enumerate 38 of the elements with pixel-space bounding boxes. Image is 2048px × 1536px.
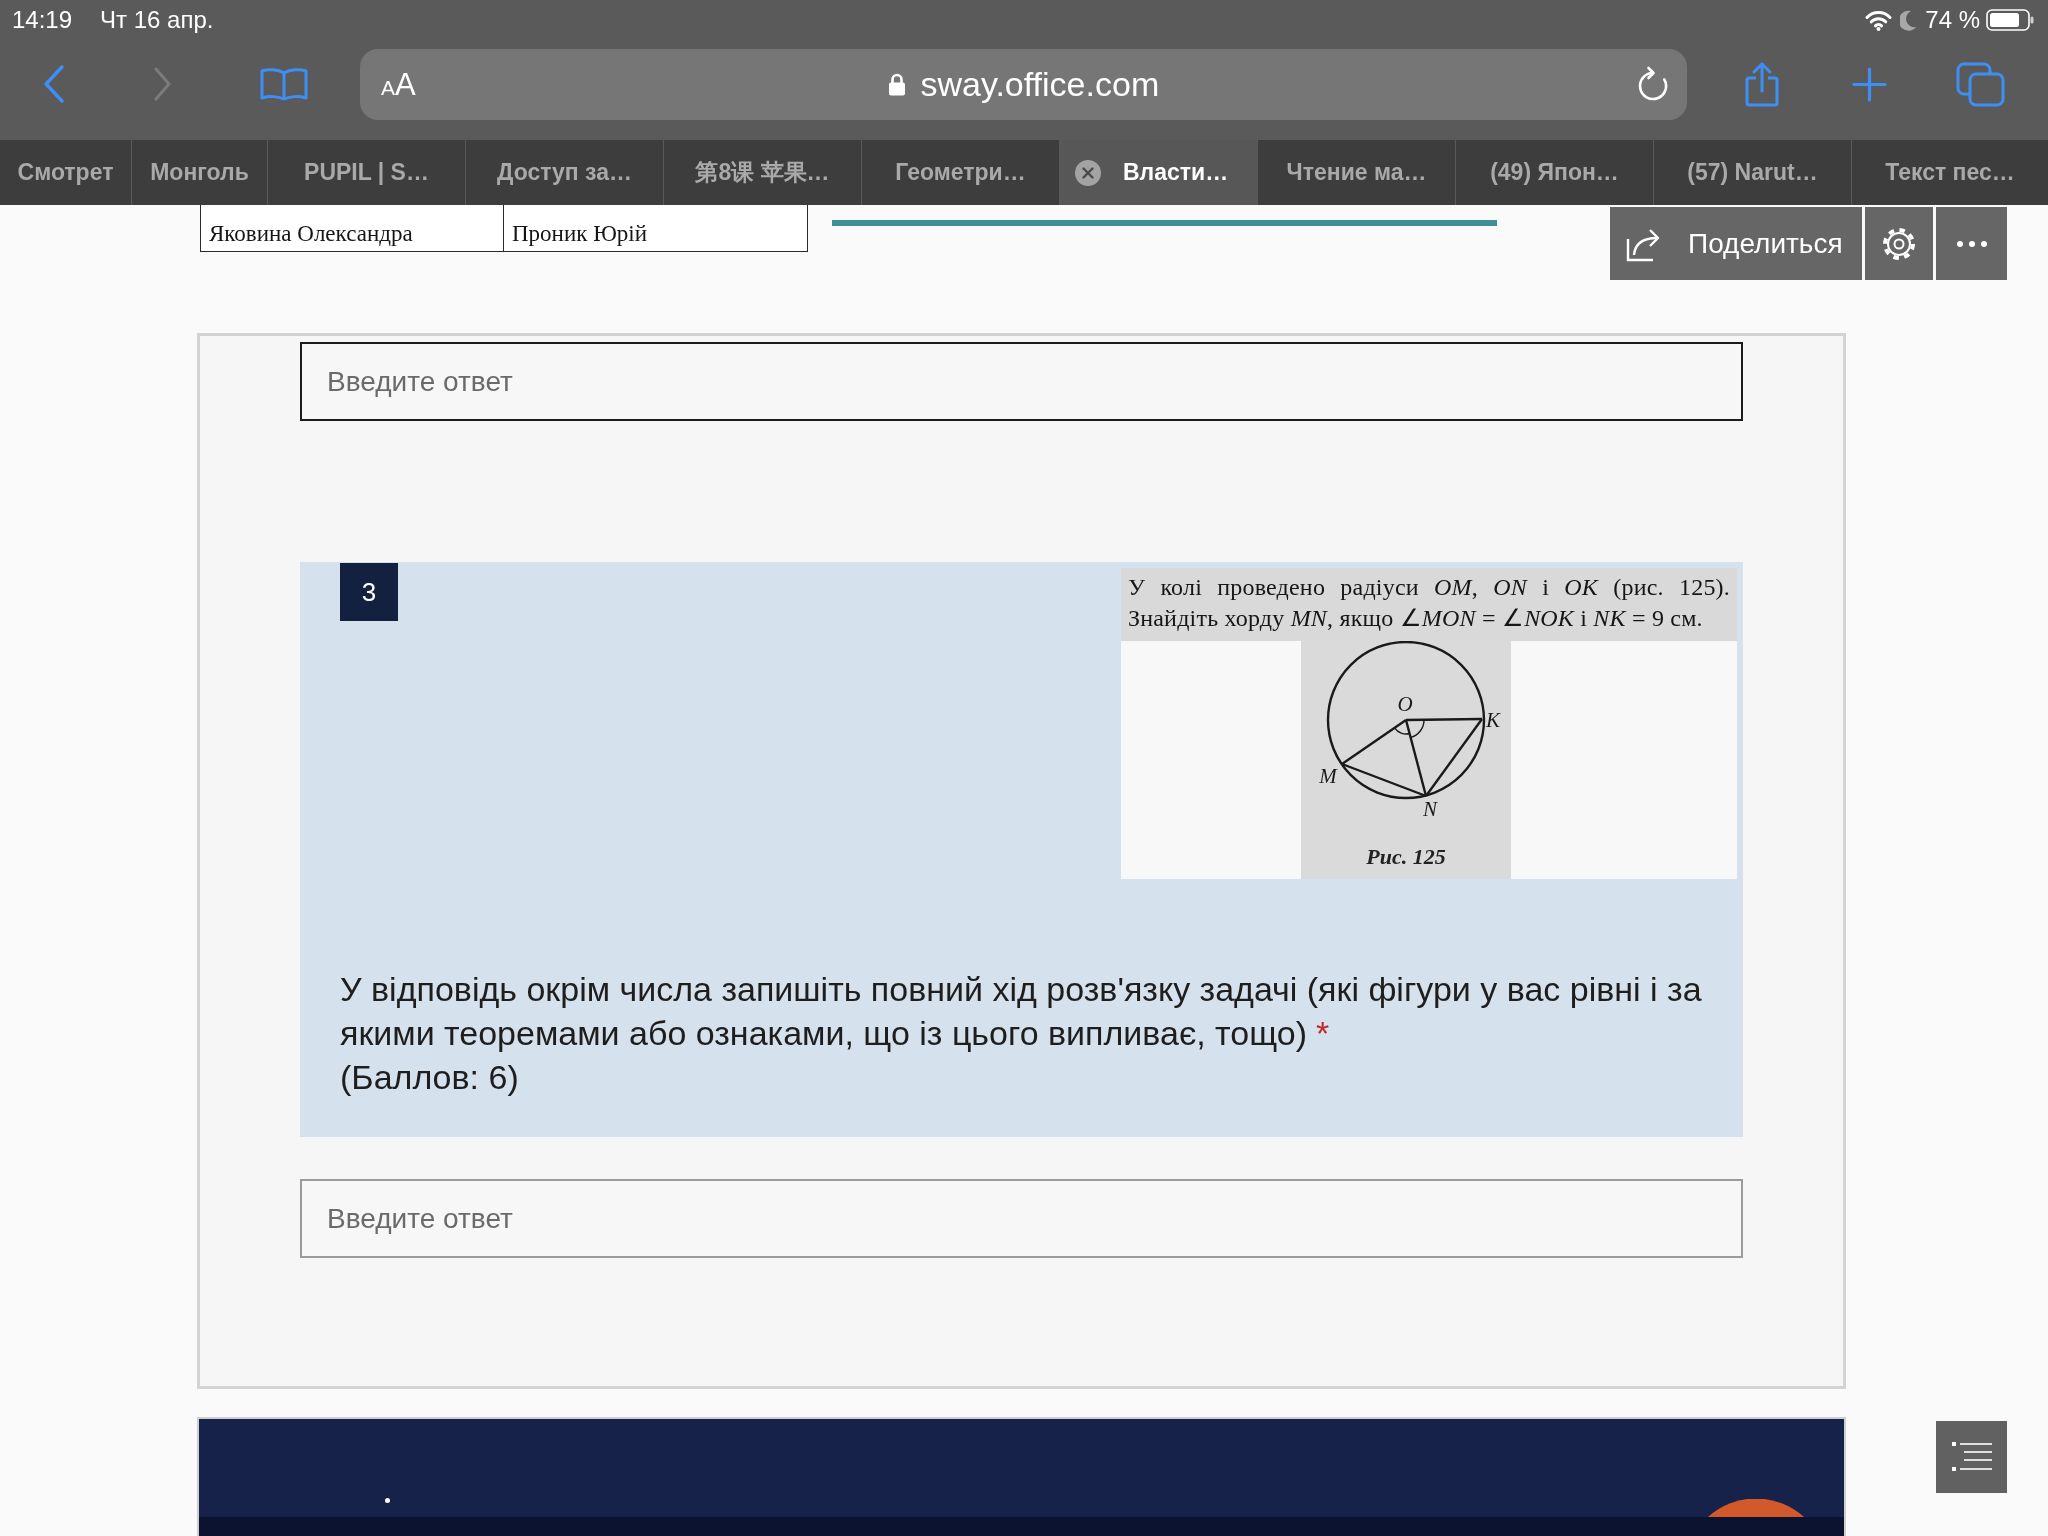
back-icon[interactable] xyxy=(43,64,65,104)
reload-icon[interactable] xyxy=(1636,66,1669,102)
answer-field[interactable]: Введите ответ xyxy=(300,1179,1743,1258)
point-label: M xyxy=(1319,764,1337,788)
point-label: K xyxy=(1486,708,1500,732)
address-bar[interactable]: AA sway.office.com xyxy=(360,48,1687,120)
battery-percent: 74 % xyxy=(1925,8,1980,32)
browser-tab[interactable]: Власти… xyxy=(1059,140,1257,205)
battery-icon xyxy=(1986,9,2034,31)
share-icon[interactable] xyxy=(1743,61,1781,107)
new-tab-icon[interactable] xyxy=(1852,66,1887,102)
lock-icon xyxy=(888,72,907,96)
figure-caption: Рис. 125 xyxy=(1366,843,1446,871)
status-date: Чт 16 апр. xyxy=(100,8,214,32)
settings-button[interactable] xyxy=(1865,207,1933,280)
point-label: N xyxy=(1423,797,1437,821)
book-icon[interactable] xyxy=(260,67,308,101)
table-cell-text: Проник Юрій xyxy=(511,221,648,248)
moon-icon xyxy=(1900,9,1918,31)
point-label: O xyxy=(1397,692,1413,716)
close-tab-icon[interactable] xyxy=(1075,159,1101,186)
answer-field[interactable]: Введите ответ xyxy=(300,342,1743,421)
tabs-overview-icon[interactable] xyxy=(1956,61,2005,107)
text-size-button[interactable]: AA xyxy=(381,68,416,100)
navigation-button[interactable] xyxy=(1936,1421,2007,1493)
points-label: (Баллов: 6) xyxy=(340,1058,519,1096)
settings-icon xyxy=(1882,226,1916,261)
status-time: 14:19 xyxy=(12,8,73,32)
table-cell: Яковина Олександра xyxy=(201,221,504,251)
share-button[interactable]: Поделиться xyxy=(1610,207,1862,280)
question-text: У відповідь окрім числа запишіть повний хід розв'язку задачі (які фігури у вас рівні і за якими теоремами або ознаками, що із цього випливає, тощо) * xyxy=(340,969,1703,1054)
problem-text: У колі проведено радіуси OM, ON і OK (рис. 125). Знайдіть хорду MN, якщо ∠MON = ∠NOK і NK = 9 см. xyxy=(1128,573,1730,633)
browser-tab[interactable]: Смотрет xyxy=(0,140,131,205)
question-number: 3 xyxy=(340,563,398,621)
list-icon xyxy=(1951,1442,1992,1472)
url-text: sway.office.com xyxy=(920,67,1160,101)
wifi-icon xyxy=(1865,9,1893,31)
more-icon xyxy=(1956,240,1987,247)
